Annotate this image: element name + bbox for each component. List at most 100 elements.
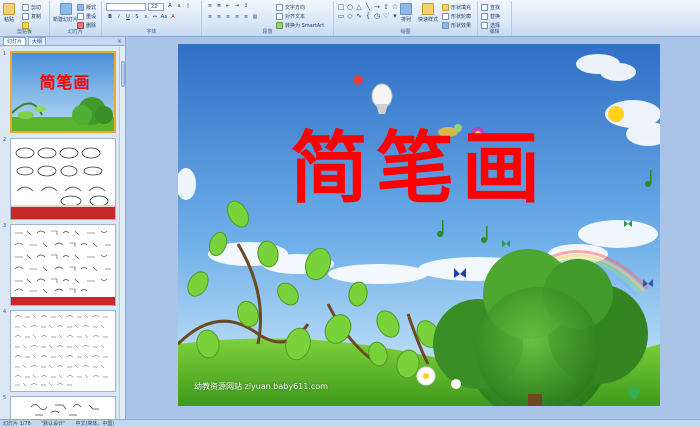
slide-title[interactable]: 简笔画 xyxy=(178,124,660,214)
thumbnail-row[interactable]: 4 xyxy=(0,309,120,395)
slide-number: 4 xyxy=(3,309,7,315)
cut-button[interactable]: 剪切 xyxy=(22,4,41,11)
language-indicator[interactable]: 中文(简体，中国) xyxy=(75,420,114,427)
arrange-button[interactable]: 排列 xyxy=(400,3,412,23)
slide-background-art xyxy=(178,44,660,406)
change-case-button[interactable]: Aa xyxy=(160,14,168,21)
close-icon[interactable]: × xyxy=(117,38,122,45)
slide-canvas[interactable]: 简笔画 幼教资源网站 ziyuan.baby611.com xyxy=(178,44,660,406)
slide-thumbnail[interactable]: 简笔画 xyxy=(10,51,116,133)
decrease-indent-button[interactable]: ⇤ xyxy=(224,3,232,10)
arrow-up-shape-icon[interactable]: ⇧ xyxy=(382,3,390,11)
find-button[interactable]: 查找 xyxy=(481,4,500,11)
shape-fill-button[interactable]: 形状填充 xyxy=(442,4,471,11)
increase-indent-button[interactable]: ⇥ xyxy=(233,3,241,10)
arrange-icon xyxy=(400,3,412,15)
slide-thumbnail[interactable] xyxy=(10,224,116,306)
new-slide-button[interactable]: 新建幻灯片 xyxy=(53,3,78,23)
shape-outline-button[interactable]: 形状轮廓 xyxy=(442,13,471,20)
heart-shape-icon[interactable]: ♡ xyxy=(382,12,390,20)
strikethrough-button[interactable]: S xyxy=(133,14,141,21)
shapes-gallery[interactable]: □ ○ △ ╲ → ⇧ ☆ ▭ ◇ ∿{◷ ♡ ▾ xyxy=(337,3,399,20)
columns-button[interactable]: ▥ xyxy=(251,14,259,21)
scrollbar-thumb[interactable] xyxy=(121,61,125,87)
slide-thumbnail[interactable] xyxy=(10,396,116,419)
thumbnail-5-art xyxy=(30,404,99,416)
font-group-label: 字体 xyxy=(146,29,157,35)
thumbnail-row[interactable]: 5 xyxy=(0,395,120,419)
replace-icon xyxy=(481,13,488,20)
thumbnail-row[interactable]: 2 xyxy=(0,137,120,223)
line-spacing-button[interactable]: ↕ xyxy=(242,3,250,10)
paste-icon xyxy=(3,3,15,15)
thumbnail-3-art xyxy=(11,230,115,305)
reset-icon xyxy=(77,13,84,20)
spacing-button[interactable]: ↔ xyxy=(151,14,159,21)
align-center-button[interactable]: ≡ xyxy=(215,14,223,21)
slides-group-label: 幻灯片 xyxy=(67,29,83,35)
tab-outline[interactable]: 大纲 xyxy=(28,37,47,45)
slide-thumbnail[interactable] xyxy=(10,138,116,220)
tab-slides[interactable]: 幻灯片 xyxy=(3,37,27,45)
brace-shape-icon[interactable]: { xyxy=(364,12,372,20)
rectangle-shape-icon[interactable]: □ xyxy=(337,3,345,11)
rounded-rect-shape-icon[interactable]: ▭ xyxy=(337,12,345,20)
triangle-shape-icon[interactable]: △ xyxy=(355,3,363,11)
pane-scrollbar[interactable] xyxy=(119,47,125,419)
replace-button[interactable]: 替换 xyxy=(481,13,500,20)
status-bar: 幻灯片 1/78 "默认设计" 中文(简体，中国) xyxy=(0,419,700,427)
oval-shape-icon[interactable]: ○ xyxy=(346,3,354,11)
justify-button[interactable]: ≡ xyxy=(233,14,241,21)
clear-format-button[interactable]: ◊ xyxy=(184,3,192,10)
slide-number: 5 xyxy=(3,395,7,401)
copy-button[interactable]: 复制 xyxy=(22,13,41,20)
quick-styles-button[interactable]: 快速样式 xyxy=(418,3,438,23)
reset-button[interactable]: 重设 xyxy=(77,13,96,20)
distribute-button[interactable]: ≡ xyxy=(242,14,250,21)
shadow-button[interactable]: s xyxy=(142,14,150,21)
star-shape-icon[interactable]: ☆ xyxy=(391,3,399,11)
paragraph-group: ≡ ≣ ⇤ ⇥ ↕ ≡ ≡ ≡ ≡ ≡ ▥ 文字方向 对齐文本 转换为 SmartArt 段落 xyxy=(202,1,334,36)
list-buttons: ≡ ≣ ⇤ ⇥ ↕ xyxy=(206,3,250,10)
more-shapes-icon[interactable]: ▾ xyxy=(391,12,399,20)
slide-number: 2 xyxy=(3,137,7,143)
text-direction-button[interactable]: 文字方向 xyxy=(276,4,305,11)
thumbnail-row[interactable]: 1 简笔画 xyxy=(0,51,120,137)
paste-button[interactable]: 粘贴 xyxy=(3,3,15,23)
line-shape-icon[interactable]: ╲ xyxy=(364,3,372,11)
font-name-combo[interactable] xyxy=(106,3,146,11)
slide-number: 3 xyxy=(3,223,7,229)
bullets-button[interactable]: ≡ xyxy=(206,3,214,10)
italic-button[interactable]: I xyxy=(115,14,123,21)
slide-count: 幻灯片 1/78 xyxy=(3,421,31,427)
thumbnail-row[interactable]: 3 xyxy=(0,223,120,309)
font-group: 22 Aa ◊ B I U S s ↔ Aa A 字体 xyxy=(102,1,202,36)
callout-shape-icon[interactable]: ◷ xyxy=(373,12,381,20)
pen-icon xyxy=(442,13,449,20)
slide-thumbnail[interactable] xyxy=(10,310,116,392)
arrow-shape-icon[interactable]: → xyxy=(373,3,381,11)
font-size-combo[interactable]: 22 xyxy=(148,3,164,11)
grow-font-button[interactable]: A xyxy=(166,3,174,10)
thumbnail-4-art xyxy=(14,314,108,387)
copy-icon xyxy=(22,13,29,20)
diamond-shape-icon[interactable]: ◇ xyxy=(346,12,354,20)
clipboard-group: 粘贴 剪切 复制 剪贴板 xyxy=(0,1,50,36)
align-text-button[interactable]: 对齐文本 xyxy=(276,13,305,20)
curve-shape-icon[interactable]: ∿ xyxy=(355,12,363,20)
numbering-button[interactable]: ≣ xyxy=(215,3,223,10)
font-color-button[interactable]: A xyxy=(169,14,177,21)
pane-tabs: 幻灯片 大纲 xyxy=(0,37,125,46)
align-left-button[interactable]: ≡ xyxy=(206,14,214,21)
paragraph-group-label: 段落 xyxy=(262,29,273,35)
drawing-group: □ ○ △ ╲ → ⇧ ☆ ▭ ◇ ∿{◷ ♡ ▾ 排列 快速样式 形状填充 形状轮廓 形状效果 绘… xyxy=(334,1,478,36)
ribbon: 粘贴 剪切 复制 剪贴板 新建幻灯片 版式 重设 删除 幻灯片 22 Aa ◊ B… xyxy=(0,0,700,37)
drawing-group-label: 绘图 xyxy=(400,29,411,35)
align-right-button[interactable]: ≡ xyxy=(224,14,232,21)
bold-button[interactable]: B xyxy=(106,14,114,21)
align-text-icon xyxy=(276,13,283,20)
slides-group: 新建幻灯片 版式 重设 删除 幻灯片 xyxy=(50,1,102,36)
layout-button[interactable]: 版式 xyxy=(77,4,96,11)
shrink-font-button[interactable]: a xyxy=(175,3,183,10)
underline-button[interactable]: U xyxy=(124,14,132,21)
